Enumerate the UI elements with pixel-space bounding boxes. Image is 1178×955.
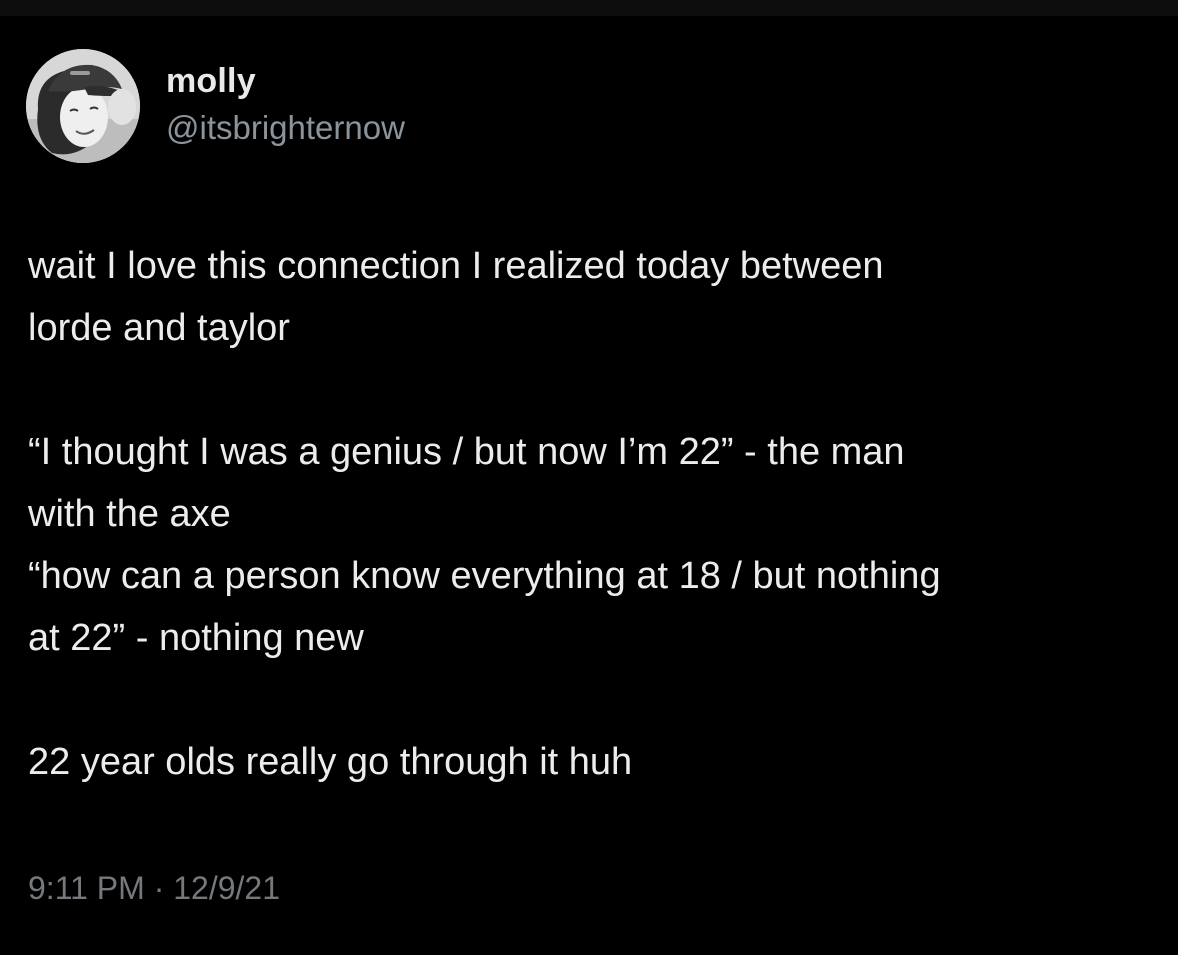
avatar-photo-icon xyxy=(26,49,140,163)
tweet-line: 22 year olds really go through it huh xyxy=(28,741,633,783)
tweet-card: molly @itsbrighternow wait I love this c… xyxy=(0,0,1178,955)
tweet-line: lorde and taylor xyxy=(28,307,290,349)
display-name[interactable]: molly xyxy=(166,62,256,101)
tweet-line: with the axe xyxy=(28,493,231,535)
avatar[interactable] xyxy=(26,49,140,163)
tweet-line: at 22” - nothing new xyxy=(28,617,364,659)
user-handle[interactable]: @itsbrighternow xyxy=(166,109,405,147)
tweet-line: “how can a person know everything at 18 … xyxy=(28,555,941,597)
tweet-line: wait I love this connection I realized t… xyxy=(28,245,884,287)
tweet-timestamp[interactable]: 9:11 PM · 12/9/21 xyxy=(28,870,280,907)
tweet-line: “I thought I was a genius / but now I’m … xyxy=(28,431,905,473)
tweet-text: wait I love this connection I realized t… xyxy=(28,235,1158,793)
